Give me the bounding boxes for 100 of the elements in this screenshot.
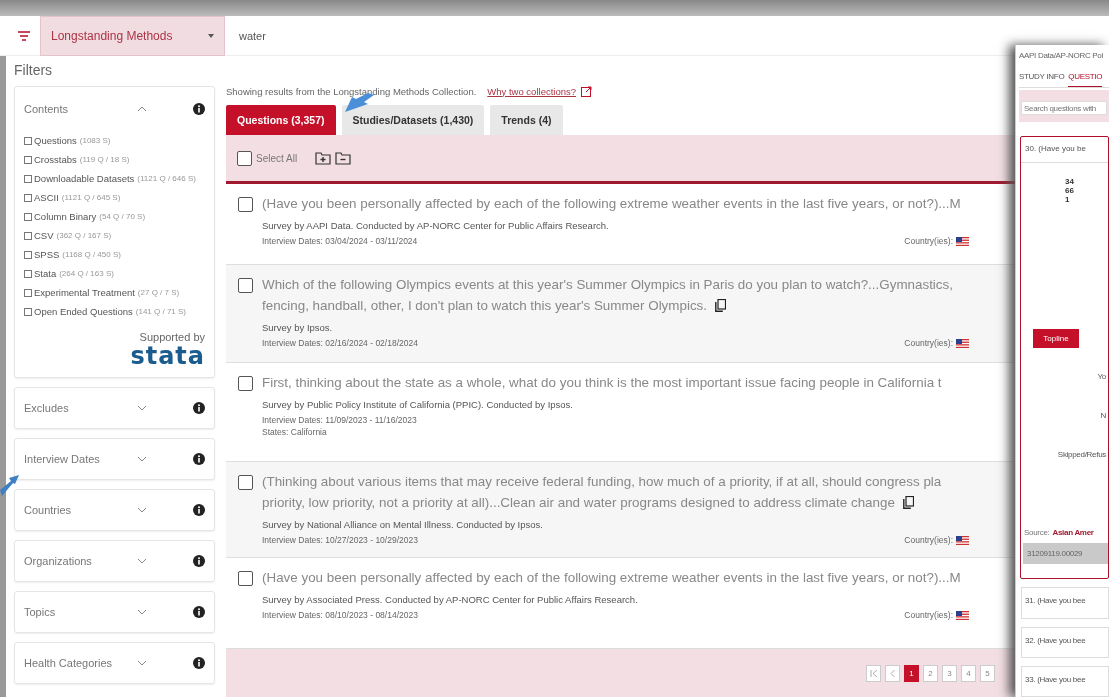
survey-source: Survey by Associated Press. Conducted by AP-NORC Center for Public Affairs Research. — [262, 594, 639, 605]
option-label[interactable]: CSV — [34, 230, 54, 241]
countries-label: Country(ies): — [904, 338, 953, 348]
dropdown-caret-icon — [208, 33, 214, 38]
select-all-label[interactable]: Select All — [256, 152, 298, 164]
window-tab[interactable]: STUDY INFO — [1019, 71, 1065, 87]
interview-dates: Interview Dates: 10/27/2023 - 10/29/2023 — [262, 535, 418, 545]
checkbox[interactable] — [238, 475, 253, 490]
survey-source: Survey by Ipsos. — [262, 322, 334, 333]
checkbox[interactable] — [24, 250, 32, 259]
question-text[interactable]: (Thinking about various items that may receive federal funding, how much of a priority, if at all, should congress pla — [262, 471, 942, 492]
question-text[interactable]: (Have you been personally affected by each of the following extreme weather events in the last five years, or not?)...M — [262, 193, 961, 214]
option-label[interactable]: Downloadable Datasets — [34, 173, 135, 184]
checkbox[interactable] — [238, 571, 253, 586]
option-label[interactable]: Experimental Treatment — [34, 287, 135, 298]
filter-section-toggle[interactable]: Health Categories — [24, 657, 132, 669]
option-count: (119 Q / 18 S) — [79, 155, 130, 164]
option-label[interactable]: Column Binary — [34, 211, 97, 222]
filter-section-toggle[interactable]: Contents — [24, 103, 132, 115]
checkbox[interactable] — [24, 193, 32, 202]
option-count: (1083 S) — [79, 136, 111, 145]
answer-label: N — [1100, 411, 1106, 421]
checkbox[interactable] — [24, 307, 32, 316]
filter-section-toggle[interactable]: Countries — [24, 504, 132, 516]
checkbox[interactable] — [24, 155, 32, 164]
percent-value: 1 — [1065, 195, 1071, 205]
interview-dates: Interview Dates: 02/16/2024 - 02/18/2024 — [262, 338, 418, 348]
question-text[interactable]: Which of the following Olympics events at this year's Summer Olympics in Paris do you plan to watch?...Gymnastics, — [262, 274, 953, 295]
chevron-left-icon — [890, 669, 895, 677]
question-text[interactable]: priority, low priority, not a priority at all)...Clean air and water programs designed to address climate change — [262, 492, 895, 513]
info-icon — [193, 657, 205, 669]
option-label[interactable]: Open Ended Questions — [34, 306, 133, 317]
question-text[interactable]: First, thinking about the state as a whole, what do you think is the most important issue facing people in California t — [262, 372, 942, 393]
filters-heading: Filters — [14, 62, 54, 78]
option-count: (264 Q / 163 S) — [59, 269, 114, 278]
countries-label: Country(ies): — [904, 610, 953, 620]
source-link[interactable]: Asian Amer — [1052, 528, 1094, 538]
results-tab[interactable]: Trends (4) — [490, 105, 563, 135]
option-count: (1168 Q / 450 S) — [62, 250, 121, 259]
option-label[interactable]: Questions — [34, 135, 77, 146]
answer-label: Skipped/Refus — [1057, 450, 1106, 460]
stata-logo: stata — [129, 343, 205, 369]
page-button[interactable]: 5 — [980, 664, 995, 682]
window-tab[interactable]: QUESTIO — [1068, 71, 1103, 87]
filter-section-toggle[interactable]: Organizations — [24, 555, 132, 567]
filter-section-toggle[interactable]: Excludes — [24, 402, 132, 414]
question-text[interactable]: fencing, handball, other, I don't plan to watch this year's Summer Olympics. — [262, 295, 707, 316]
search-field[interactable]: water — [235, 29, 266, 42]
folder-plus-icon — [315, 151, 332, 165]
checkbox[interactable] — [24, 136, 32, 145]
question-text[interactable]: (Have you been personally affected by each of the following extreme weather events in the last five years, or not?)...M — [262, 567, 961, 588]
checkbox[interactable] — [24, 174, 32, 183]
option-label[interactable]: SPSS — [34, 249, 60, 260]
us-flag-icon — [956, 338, 969, 348]
results-tab[interactable]: Questions (3,357) — [226, 105, 336, 135]
option-label[interactable]: Stata — [34, 268, 57, 279]
external-link-icon — [581, 85, 592, 97]
us-flag-icon — [956, 610, 969, 620]
percent-value: 34 — [1065, 177, 1075, 187]
topline-tab[interactable]: Topline — [1033, 329, 1079, 349]
option-count: (27 Q / 7 S) — [137, 288, 180, 297]
annotation-arrow — [0, 475, 19, 496]
checkbox[interactable] — [24, 269, 32, 278]
option-label[interactable]: Crosstabs — [34, 154, 77, 165]
results-tab[interactable]: Studies/Datasets (1,430) — [341, 105, 485, 135]
info-icon — [193, 606, 205, 618]
checkbox[interactable] — [238, 278, 253, 293]
interview-dates: Interview Dates: 11/09/2023 - 11/16/2023 — [262, 415, 417, 425]
page-button[interactable]: 3 — [942, 664, 957, 682]
info-icon — [193, 504, 205, 516]
states-label: States: California — [262, 427, 328, 437]
question-title[interactable]: 30. (Have you be — [1021, 137, 1108, 164]
why-two-collections-link[interactable]: Why two collections? — [487, 85, 576, 97]
question-search-field[interactable]: Search questions with — [1021, 101, 1107, 116]
filter-icon — [18, 30, 30, 41]
question-card[interactable]: 33. (Have you bee — [1021, 665, 1109, 697]
us-flag-icon — [956, 535, 969, 545]
checkbox[interactable] — [238, 197, 253, 212]
collection-dropdown[interactable]: Longstanding Methods — [40, 15, 225, 56]
checkbox[interactable] — [24, 231, 32, 240]
survey-source: Survey by Public Policy Institute of California (PPIC). Conducted by Ipsos. — [262, 399, 574, 410]
question-card[interactable]: 31. (Have you bee — [1021, 587, 1109, 619]
page-button[interactable]: 4 — [961, 664, 976, 682]
question-card[interactable]: 32. (Have you bee — [1021, 626, 1109, 658]
info-icon — [193, 555, 205, 567]
page-button[interactable]: 2 — [923, 664, 938, 682]
option-label[interactable]: ASCII — [34, 192, 59, 203]
page-button[interactable]: 1 — [904, 664, 919, 682]
checkbox[interactable] — [24, 212, 32, 221]
option-count: (54 Q / 70 S) — [99, 212, 146, 221]
info-icon — [193, 402, 205, 414]
select-all-checkbox[interactable] — [237, 150, 252, 166]
study-id-bar: 31209119.00029 — [1023, 543, 1108, 565]
filter-section-toggle[interactable]: Interview Dates — [24, 453, 132, 465]
countries-label: Country(ies): — [904, 236, 953, 246]
results-info-text: Showing results from the Longstanding Methods Collection. — [226, 85, 477, 97]
filter-section-toggle[interactable]: Topics — [24, 606, 132, 618]
checkbox[interactable] — [238, 376, 253, 391]
option-count: (362 Q / 167 S) — [56, 231, 112, 240]
checkbox[interactable] — [24, 288, 32, 297]
